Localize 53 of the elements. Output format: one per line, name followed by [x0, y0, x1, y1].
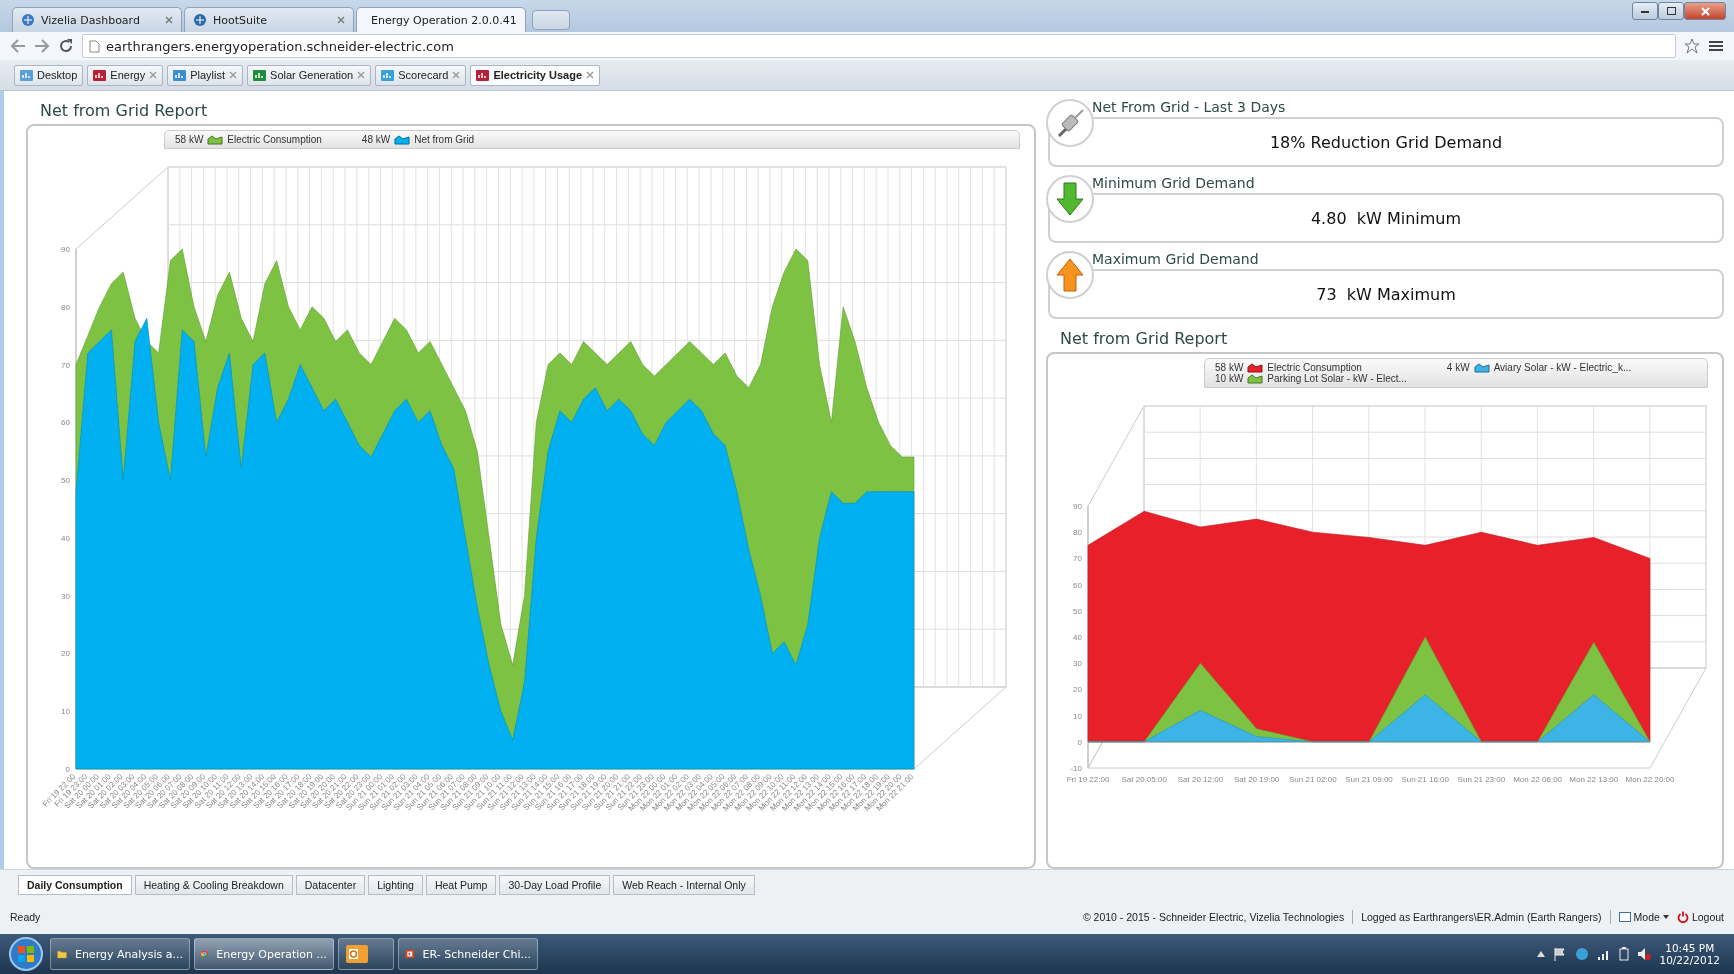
kpi-value: 4.80 kW Minimum [1048, 193, 1724, 243]
axis-tick-label: Mon 22 06:00 [1513, 775, 1563, 784]
kpi-title: Net From Grid - Last 3 Days [1092, 98, 1287, 117]
axis-tick-label: Sun 21 16:00 [1401, 775, 1449, 784]
axis-tick-label: 10 [1073, 711, 1082, 721]
panel-title: Net from Grid Report [1059, 328, 1229, 350]
axis-tick-label: 40 [61, 533, 70, 543]
copyright-text: © 2010 - 2015 - Schneider Electric, Vizelia Technologies [1082, 911, 1345, 923]
axis-tick-label: Fri 19 22:00 [1066, 775, 1110, 784]
status-text: Ready [10, 911, 41, 923]
axis-tick-label: 0 [65, 765, 70, 774]
axis-tick-label: Sat 20 12:00 [1177, 775, 1224, 784]
axis-tick-label: 0 [1077, 737, 1082, 747]
axis-tick-label: Sun 21 02:00 [1289, 775, 1337, 784]
kpi-title: Maximum Grid Demand [1092, 250, 1260, 269]
legend-reading: 4 kW [1446, 362, 1470, 373]
axis-tick-label: 80 [61, 302, 70, 312]
legend-reading: 58 kW [175, 134, 204, 145]
login-text: Logged as Earthrangers\ER.Admin (Earth Rangers) [1361, 911, 1602, 923]
panel-title: Net from Grid Report [39, 100, 209, 122]
axis-tick-label: 70 [1073, 554, 1082, 564]
legend-reading: 10 kW [1215, 373, 1244, 384]
axis-tick-label: Sun 21 23:00 [1457, 775, 1506, 784]
legend-reading: 58 kW [1215, 362, 1244, 373]
axis-tick-label: 30 [61, 591, 70, 601]
axis-tick-label: 50 [1073, 606, 1082, 616]
axis-tick-label: 20 [61, 649, 70, 659]
axis-tick-label: 70 [61, 360, 70, 370]
kpi-title: Minimum Grid Demand [1092, 174, 1256, 193]
axis-tick-label: Mon 22 20:00 [1625, 775, 1675, 784]
legend-label: Electric Consumption [227, 134, 322, 145]
legend-reading: 48 kW [361, 134, 391, 145]
axis-tick-label: 50 [61, 476, 70, 486]
axis-tick-label: Sat 20 05:00 [1121, 775, 1167, 784]
axis-tick-label: 60 [1073, 580, 1082, 590]
kpi-value: 18% Reduction Grid Demand [1048, 117, 1724, 167]
axis-tick-label: 80 [1073, 528, 1082, 538]
axis-tick-label: 90 [1073, 502, 1082, 511]
axis-tick-label: 20 [1073, 685, 1082, 695]
axis-tick-label: Sat 20 19:00 [1233, 775, 1280, 784]
axis-tick-label: -10 [1070, 764, 1082, 773]
axis-tick-label: 30 [1073, 659, 1082, 669]
axis-tick-label: Sun 21 09:00 [1345, 775, 1393, 784]
axis-tick-label: 60 [61, 418, 70, 428]
axis-tick-label: Mon 22 13:00 [1569, 775, 1619, 784]
kpi-value: 73 kW Maximum [1048, 269, 1724, 319]
legend-label: Electric Consumption [1267, 362, 1362, 373]
axis-tick-label: 10 [61, 707, 70, 717]
axis-tick-label: 90 [61, 245, 70, 254]
axis-tick-label: 40 [1073, 633, 1082, 642]
legend-label: Net from Grid [414, 134, 475, 145]
legend-label: Aviary Solar - kW - Electric_k... [1493, 362, 1632, 373]
legend-label: Parking Lot Solar - kW - Elect... [1267, 373, 1407, 384]
